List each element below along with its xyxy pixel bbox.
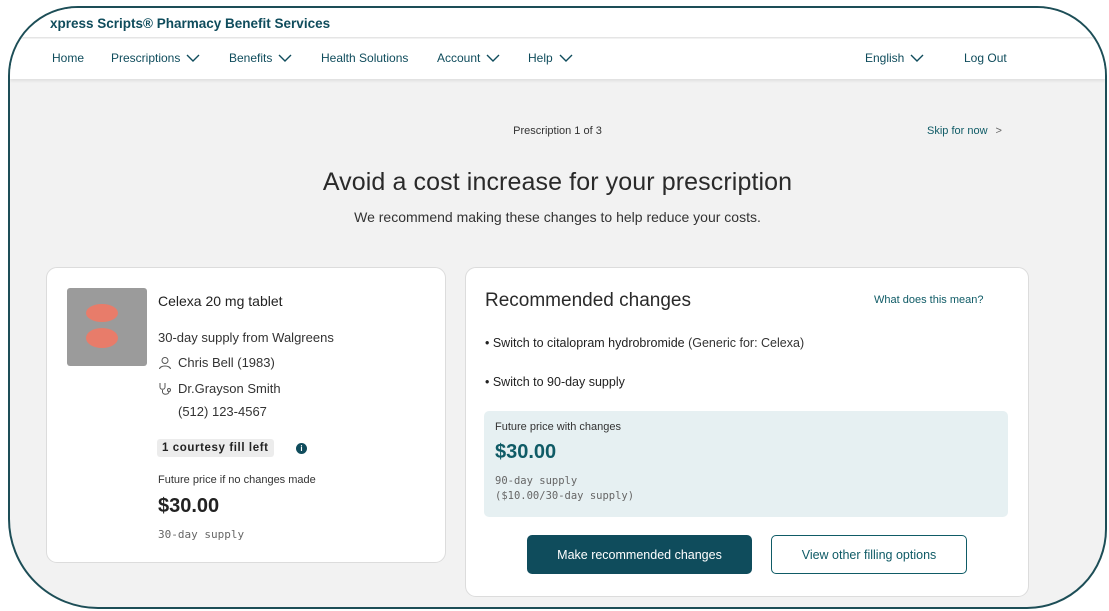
page-subtitle: We recommend making these changes to hel… [354, 209, 761, 225]
recommended-title: Recommended changes [485, 290, 691, 311]
future-price-with-changes: $30.00 [495, 441, 557, 463]
make-recommended-changes-button[interactable]: Make recommended changes [527, 535, 752, 574]
nav-benefits-label: Benefits [229, 51, 273, 65]
stethoscope-icon [158, 382, 172, 396]
nav-prescriptions[interactable]: Prescriptions [111, 51, 200, 65]
browser-frame: xpress Scripts® Pharmacy Benefit Service… [8, 6, 1107, 609]
future-price-with-changes-label: Future price with changes [495, 421, 621, 433]
nav-help-label: Help [528, 51, 553, 65]
page-title: Avoid a cost increase for your prescript… [322, 168, 793, 196]
drug-name: Celexa 20 mg tablet [158, 293, 283, 309]
person-icon [158, 356, 172, 370]
language-selector[interactable]: English [865, 51, 924, 65]
nav-prescriptions-label: Prescriptions [111, 51, 181, 65]
doctor-phone: (512) 123-4567 [178, 404, 267, 419]
what-does-this-mean-link[interactable]: What does this mean? [874, 294, 983, 306]
nav-health-solutions[interactable]: Health Solutions [321, 51, 408, 65]
chevron-down-icon [486, 53, 500, 63]
nav-help[interactable]: Help [528, 51, 573, 65]
new-supply: 90-day supply [495, 475, 578, 487]
nav-account-label: Account [437, 51, 481, 65]
brand-title[interactable]: xpress Scripts® Pharmacy Benefit Service… [50, 16, 330, 31]
change-item-supply: • Switch to 90-day supply [485, 375, 625, 389]
pill-shape [86, 328, 118, 348]
pill-shape [86, 304, 118, 322]
main-nav: Home Prescriptions Benefits Health Solut… [10, 39, 1105, 79]
chevron-down-icon [559, 53, 573, 63]
courtesy-fill-badge: 1 courtesy fill left [157, 439, 274, 457]
chevron-down-icon [186, 53, 200, 63]
prescription-card: Celexa 20 mg tablet 30-day supply from W… [46, 267, 446, 563]
future-price-label: Future price if no changes made [158, 474, 316, 486]
language-label: English [865, 51, 905, 65]
nav-benefits[interactable]: Benefits [229, 51, 292, 65]
logout-link[interactable]: Log Out [964, 51, 1007, 65]
chevron-down-icon [278, 53, 292, 63]
info-icon[interactable]: i [296, 443, 307, 454]
change-generic-note: (Generic for: Celexa) [688, 336, 805, 350]
logout-label: Log Out [964, 51, 1007, 65]
nav-home[interactable]: Home [52, 51, 84, 65]
patient-name: Chris Bell (1983) [178, 355, 275, 370]
doctor-row: Dr.Grayson Smith [158, 381, 281, 396]
patient-row: Chris Bell (1983) [158, 355, 275, 370]
skip-for-now-link[interactable]: Skip for now > [927, 125, 1002, 137]
nav-home-label: Home [52, 51, 85, 65]
chevron-right-icon: > [995, 125, 1002, 137]
brand-bar: xpress Scripts® Pharmacy Benefit Service… [10, 8, 1105, 38]
view-other-filling-options-button[interactable]: View other filling options [771, 535, 967, 574]
skip-label: Skip for now [927, 125, 988, 137]
per-30-day-price: ($10.00/30-day supply) [495, 490, 635, 502]
doctor-name: Dr.Grayson Smith [178, 381, 281, 396]
future-supply: 30-day supply [158, 528, 245, 541]
change-generic-label: • Switch to citalopram hydrobromide [485, 336, 685, 350]
pill-image [67, 288, 147, 366]
supply-info: 30-day supply from Walgreens [158, 330, 334, 345]
nav-account[interactable]: Account [437, 51, 500, 65]
future-price: $30.00 [158, 495, 220, 517]
future-price-box: Future price with changes $30.00 90-day … [484, 411, 1008, 517]
chevron-down-icon [910, 53, 924, 63]
change-item-generic: • Switch to citalopram hydrobromide (Gen… [485, 336, 804, 350]
nav-health-solutions-label: Health Solutions [321, 51, 409, 65]
recommended-changes-card: Recommended changes What does this mean?… [465, 267, 1029, 597]
